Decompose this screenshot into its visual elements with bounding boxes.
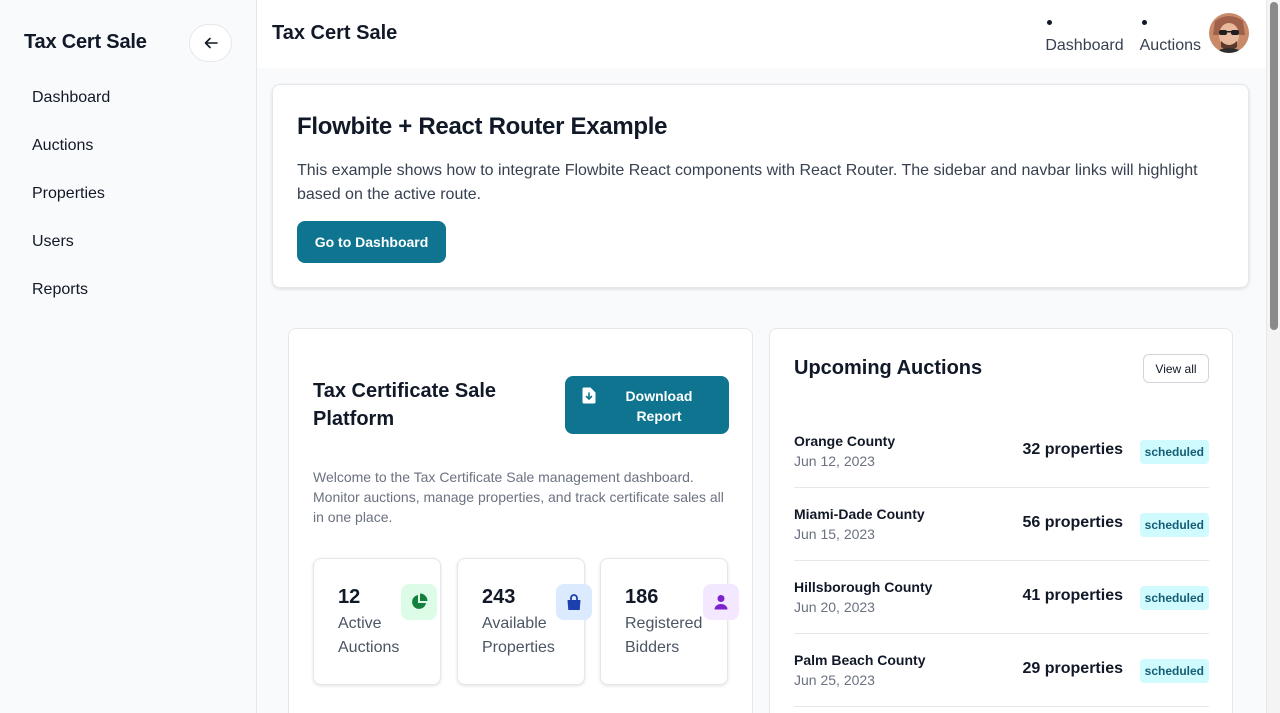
stat-value: 243	[482, 586, 516, 608]
top-navbar: Tax Cert Sale Dashboard Auctions	[257, 0, 1266, 68]
navbar-links: Dashboard Auctions	[1045, 14, 1201, 55]
sidebar-item-dashboard[interactable]: Dashboard	[16, 74, 241, 122]
arrow-left-icon	[204, 37, 218, 49]
avatar-image	[1209, 13, 1249, 53]
chart-pie-icon	[401, 584, 437, 620]
upcoming-auctions-title: Upcoming Auctions	[794, 357, 983, 379]
user-icon	[703, 584, 739, 620]
status-badge: scheduled	[1139, 440, 1209, 464]
auction-property-count: 41 properties	[1022, 587, 1123, 604]
intro-title: Flowbite + React Router Example	[297, 113, 668, 140]
user-avatar[interactable]	[1209, 13, 1249, 53]
auction-county: Orange County	[794, 433, 896, 449]
intro-card: Flowbite + React Router Example This exa…	[272, 84, 1249, 288]
auction-row[interactable]: Palm Beach County Jun 25, 2023 29 proper…	[794, 634, 1209, 707]
shopping-bag-icon	[556, 584, 592, 620]
auction-date: Jun 25, 2023	[794, 672, 875, 688]
download-report-label: Download Report	[625, 388, 693, 424]
auction-county: Palm Beach County	[794, 652, 926, 668]
go-to-dashboard-button[interactable]: Go to Dashboard	[297, 221, 446, 263]
sidebar-item-auctions[interactable]: Auctions	[16, 122, 241, 170]
scrollbar-thumb[interactable]	[1270, 2, 1278, 330]
page-scrollbar[interactable]	[1266, 0, 1280, 713]
sidebar-item-reports[interactable]: Reports	[16, 266, 241, 314]
status-badge: scheduled	[1139, 586, 1209, 610]
auction-date: Jun 20, 2023	[794, 599, 875, 615]
auction-county: Miami-Dade County	[794, 506, 925, 522]
sidebar: Tax Cert Sale Dashboard Auctions Propert…	[0, 0, 257, 713]
collapse-sidebar-button[interactable]	[189, 24, 232, 62]
platform-description: Welcome to the Tax Certificate Sale mana…	[313, 469, 724, 525]
navbar-link-dashboard[interactable]: Dashboard	[1045, 14, 1124, 55]
auction-property-count: 56 properties	[1022, 514, 1123, 531]
intro-description: This example shows how to integrate Flow…	[297, 162, 1198, 203]
navbar-title[interactable]: Tax Cert Sale	[272, 22, 397, 45]
stat-value: 186	[625, 586, 659, 608]
auction-date: Jun 15, 2023	[794, 526, 875, 542]
stat-card-registered-bidders: 186 Registered Bidders	[600, 558, 739, 685]
auction-row[interactable]: Orange County Jun 12, 2023 32 properties…	[794, 415, 1209, 488]
stat-value: 12	[338, 586, 361, 608]
stat-card-active-auctions: 12 Active Auctions	[313, 558, 441, 685]
status-badge: scheduled	[1139, 659, 1209, 683]
auction-property-count: 29 properties	[1022, 660, 1123, 677]
auction-date: Jun 12, 2023	[794, 453, 875, 469]
platform-title: Tax Certificate Sale Platform	[313, 380, 497, 430]
sidebar-nav: Dashboard Auctions Properties Users Repo…	[16, 74, 241, 314]
platform-card: Tax Certificate Sale Platform Download R…	[288, 328, 753, 713]
auction-property-count: 32 properties	[1022, 441, 1123, 458]
auction-row[interactable]: Miami-Dade County Jun 15, 2023 56 proper…	[794, 488, 1209, 561]
auction-list: Orange County Jun 12, 2023 32 properties…	[794, 415, 1209, 707]
upcoming-auctions-card: Upcoming Auctions View all Orange County…	[769, 328, 1233, 713]
sidebar-item-users[interactable]: Users	[16, 218, 241, 266]
auction-county: Hillsborough County	[794, 579, 933, 595]
auction-row[interactable]: Hillsborough County Jun 20, 2023 41 prop…	[794, 561, 1209, 634]
sidebar-item-properties[interactable]: Properties	[16, 170, 241, 218]
stat-card-available-properties: 243 Available Properties	[457, 558, 592, 685]
view-all-button[interactable]: View all	[1143, 354, 1209, 383]
status-badge: scheduled	[1139, 513, 1209, 537]
file-download-icon	[582, 387, 596, 407]
download-report-button[interactable]: Download Report	[565, 376, 729, 434]
navbar-link-auctions[interactable]: Auctions	[1140, 14, 1201, 55]
sidebar-brand[interactable]: Tax Cert Sale	[24, 31, 147, 54]
